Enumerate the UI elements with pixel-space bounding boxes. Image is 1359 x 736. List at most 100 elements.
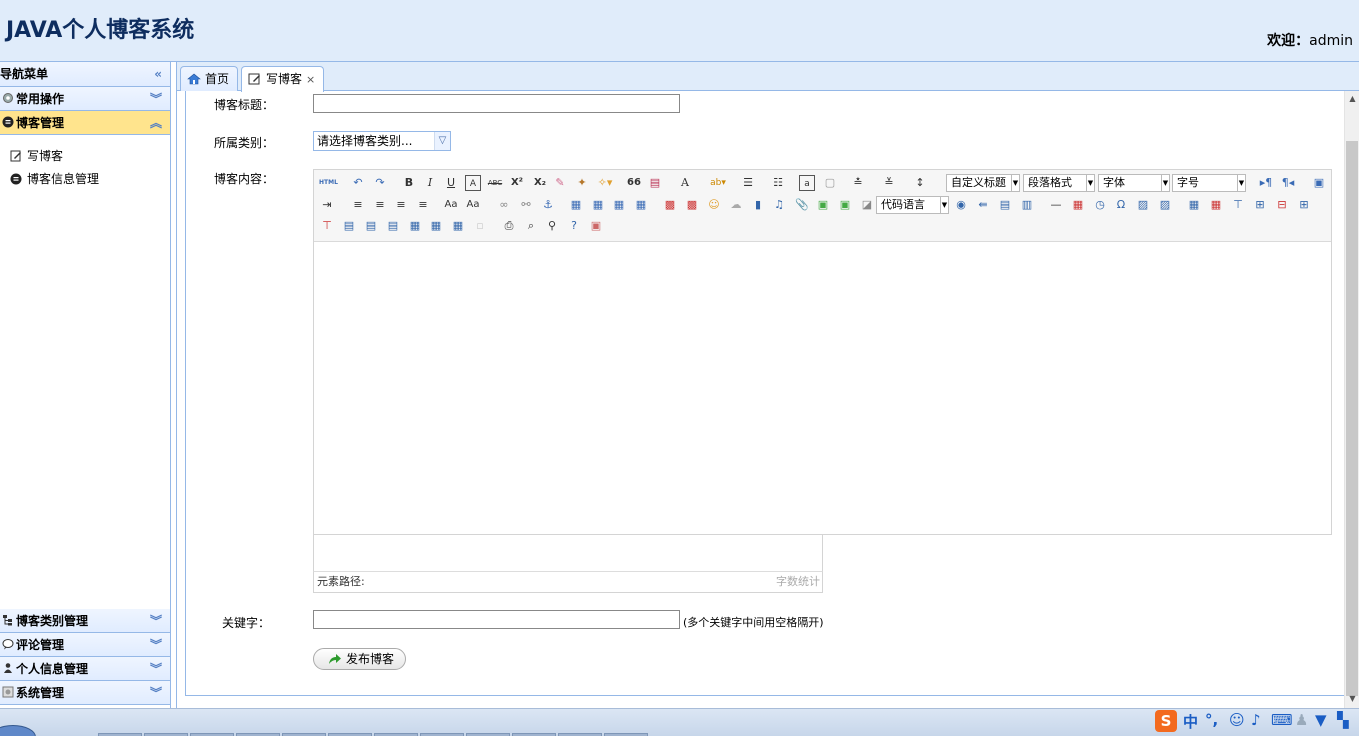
insert-image-icon[interactable]: ▩ — [662, 197, 678, 213]
anchor-icon[interactable]: ⚓ — [540, 197, 556, 213]
scrawl-icon[interactable]: ☁ — [728, 197, 744, 213]
web-app-icon[interactable]: ▥ — [1019, 197, 1035, 213]
multi-image-icon[interactable]: ▩ — [684, 197, 700, 213]
main-scrollbar[interactable]: ▲ ▼ — [1344, 91, 1359, 708]
panel-personal-info[interactable]: 个人信息管理 ︾ — [0, 657, 170, 681]
font-size-select[interactable]: 字号 ▼ — [1172, 174, 1246, 192]
redo-icon[interactable]: ↷ — [372, 175, 388, 191]
row-spacing-top-icon[interactable]: ≛ — [850, 175, 866, 191]
merge-down-icon[interactable]: ▤ — [385, 218, 401, 234]
tab-write-blog[interactable]: 写博客 × — [241, 66, 325, 92]
subscript-icon[interactable]: X₂ — [532, 175, 548, 191]
case-upper-icon[interactable]: Aa — [443, 197, 459, 213]
keyword-input[interactable] — [313, 610, 680, 629]
blockquote-icon[interactable]: 66 — [626, 175, 642, 191]
delete-col-icon[interactable]: ⊤ — [319, 218, 335, 234]
unlink-icon[interactable]: ⚯ — [518, 197, 534, 213]
insert-table-icon[interactable]: ▦ — [1186, 197, 1202, 213]
chevron-down-icon[interactable]: ︾ — [150, 609, 162, 633]
skin-icon[interactable]: ▼ — [1315, 711, 1327, 729]
eraser-icon[interactable]: ✎ — [552, 175, 568, 191]
time-icon[interactable]: ◷ — [1092, 197, 1108, 213]
split-cells-icon[interactable]: ▦ — [407, 218, 423, 234]
indent-icon[interactable]: ⇥ — [319, 197, 335, 213]
scrollbar-thumb[interactable] — [1346, 141, 1358, 696]
merge-cells-icon[interactable]: ▤ — [341, 218, 357, 234]
align-center-icon[interactable]: ≡ — [372, 197, 388, 213]
image-center-icon[interactable]: ▦ — [633, 197, 649, 213]
split-cols-icon[interactable]: ▦ — [450, 218, 466, 234]
template-icon[interactable]: ◉ — [953, 197, 969, 213]
chevron-down-icon[interactable]: ︾ — [150, 657, 162, 681]
underline-icon[interactable]: U — [443, 175, 459, 191]
panel-blog-category[interactable]: 博客类别管理 ︾ — [0, 609, 170, 633]
chevron-down-icon[interactable]: ︾ — [150, 681, 162, 705]
clear-doc-icon[interactable]: ▢ — [822, 175, 838, 191]
scroll-down-icon[interactable]: ▼ — [1345, 691, 1359, 706]
snapscreen-icon[interactable]: ▨ — [1135, 197, 1151, 213]
highlight-color-icon[interactable]: ab▾ — [710, 175, 726, 191]
chevron-down-icon[interactable]: ︾ — [150, 87, 162, 111]
category-select[interactable]: 请选择博客类别... ▽ — [313, 131, 451, 151]
insert-paragraph-icon[interactable]: ⊤ — [1230, 197, 1246, 213]
attachment-icon[interactable]: 📎 — [794, 197, 810, 213]
ordered-list-icon[interactable]: ☰ — [740, 175, 756, 191]
collapse-sidebar-icon[interactable]: « — [154, 62, 162, 87]
sidebar-item-blog-info[interactable]: 博客信息管理 — [0, 168, 170, 191]
align-left-icon[interactable]: ≡ — [350, 197, 366, 213]
paste-text-icon[interactable]: ▤ — [647, 175, 663, 191]
superscript-icon[interactable]: X² — [509, 175, 525, 191]
toolbox-icon[interactable]: ▚ — [1337, 711, 1349, 729]
video-icon[interactable]: ▮ — [750, 197, 766, 213]
panel-comment[interactable]: 评论管理 ︾ — [0, 633, 170, 657]
word-image-icon[interactable]: ▨ — [1157, 197, 1173, 213]
sidebar-item-write-blog[interactable]: 写博客 — [0, 145, 170, 168]
image-left-icon[interactable]: ▦ — [590, 197, 606, 213]
insert-row-icon[interactable]: ⊞ — [1252, 197, 1268, 213]
music-icon[interactable]: ♫ — [771, 197, 787, 213]
paragraph-format-select[interactable]: 段落格式 ▼ — [1023, 174, 1095, 192]
background-icon[interactable]: ⇚ — [975, 197, 991, 213]
align-right-icon[interactable]: ≡ — [393, 197, 409, 213]
html-source-icon[interactable]: HTML — [319, 175, 338, 191]
horizontal-rule-icon[interactable]: — — [1048, 197, 1064, 213]
user-icon[interactable]: ♟ — [1295, 711, 1308, 729]
row-spacing-bottom-icon[interactable]: ≚ — [881, 175, 897, 191]
delete-row-icon[interactable]: ⊟ — [1274, 197, 1290, 213]
undo-icon[interactable]: ↶ — [350, 175, 366, 191]
chevron-down-icon[interactable]: ︾ — [150, 633, 162, 657]
blog-title-input[interactable] — [313, 94, 680, 113]
panel-common-ops[interactable]: 常用操作 ︾ — [0, 87, 170, 111]
line-height-icon[interactable]: ↕ — [912, 175, 928, 191]
bold-icon[interactable]: B — [401, 175, 417, 191]
date-icon[interactable]: ▦ — [1070, 197, 1086, 213]
sogou-ime-icon[interactable]: S — [1155, 710, 1177, 732]
split-rows-icon[interactable]: ▦ — [428, 218, 444, 234]
merge-right-icon[interactable]: ▤ — [363, 218, 379, 234]
panel-blog-management[interactable]: 博客管理 ︽ — [0, 111, 170, 135]
close-tab-icon[interactable]: × — [306, 73, 315, 86]
page-break-icon[interactable]: ▤ — [997, 197, 1013, 213]
publish-blog-button[interactable]: 发布博客 — [313, 648, 406, 670]
align-justify-icon[interactable]: ≡ — [415, 197, 431, 213]
panel-system[interactable]: 系统管理 ︾ — [0, 681, 170, 705]
format-brush-icon[interactable]: ✦ — [574, 175, 590, 191]
emotion-icon[interactable]: ☺ — [706, 197, 722, 213]
emoji-icon[interactable]: ☺ — [1229, 711, 1245, 729]
insert-col-icon[interactable]: ⊞ — [1296, 197, 1312, 213]
search-replace-icon[interactable]: ⚲ — [544, 218, 560, 234]
code-language-select[interactable]: 代码语言 ▼ — [876, 196, 949, 214]
ltr-icon[interactable]: ▸¶ — [1258, 175, 1274, 191]
case-lower-icon[interactable]: Aa — [465, 197, 481, 213]
editor-body[interactable] — [314, 243, 1331, 535]
drafts-icon[interactable]: ▣ — [588, 218, 604, 234]
select-all-icon[interactable]: a — [799, 175, 815, 191]
microphone-icon[interactable]: ♪ — [1251, 711, 1261, 729]
tab-home[interactable]: 首页 — [180, 66, 239, 91]
chevron-up-icon[interactable]: ︽ — [150, 111, 162, 135]
italic-icon[interactable]: I — [422, 175, 438, 191]
chart-icon[interactable]: ▫ — [472, 218, 488, 234]
rtl-icon[interactable]: ¶◂ — [1280, 175, 1296, 191]
help-icon[interactable]: ? — [566, 218, 582, 234]
print-icon[interactable]: ⎙ — [501, 218, 517, 234]
